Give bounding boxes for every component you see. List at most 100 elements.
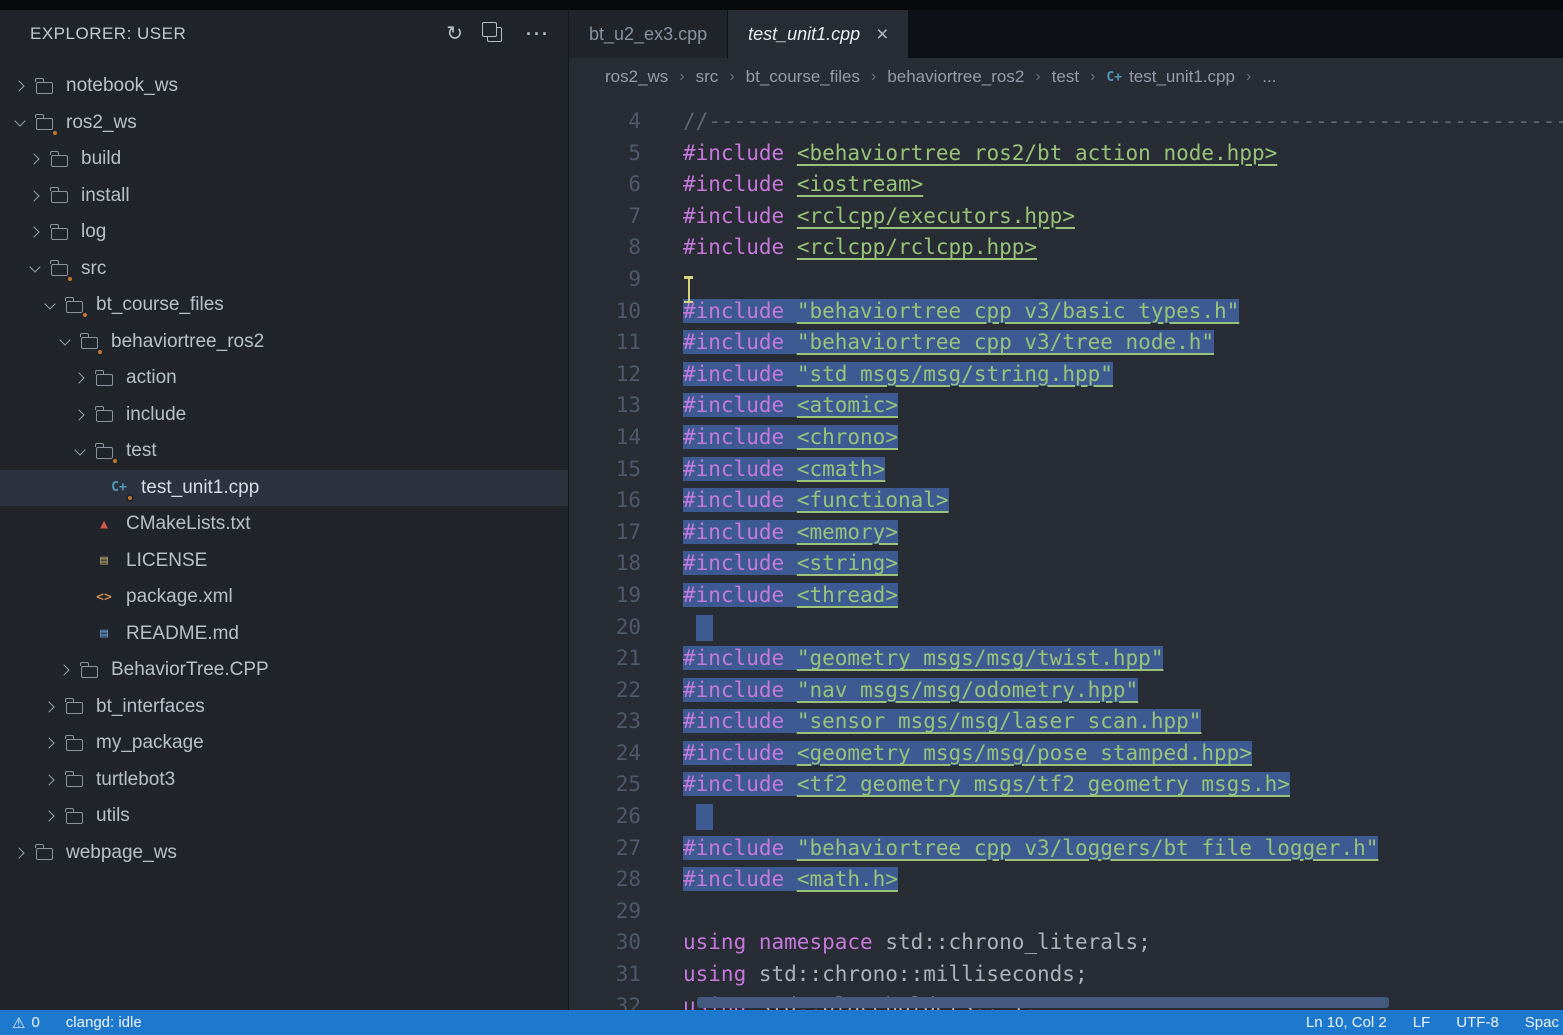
- code-line-23[interactable]: 23#include "sensor_msgs/msg/laser_scan.h…: [569, 706, 1563, 738]
- file-icon-glyph: C+: [111, 481, 127, 494]
- tree-file-CMakeLists.txt[interactable]: ▲CMakeLists.txt: [0, 506, 568, 543]
- tab-bt_u2_ex3-cpp[interactable]: bt_u2_ex3.cpp: [569, 10, 728, 58]
- status-label: UTF-8: [1456, 1014, 1499, 1031]
- tree-folder-my_package[interactable]: my_package: [0, 725, 568, 762]
- breadcrumb-item-test-unit1-cpp[interactable]: C+test_unit1.cpp: [1106, 67, 1235, 87]
- status-item-clangd-idle[interactable]: clangd: idle: [66, 1014, 142, 1031]
- code-line-11[interactable]: 11#include "behaviortree_cpp_v3/tree_nod…: [569, 327, 1563, 359]
- tree-folder-ros2_ws[interactable]: ros2_ws: [0, 105, 568, 142]
- chevron-right-icon[interactable]: [68, 366, 92, 390]
- status-item-Spac[interactable]: Spac: [1525, 1014, 1559, 1031]
- code-line-8[interactable]: 8#include <rclcpp/rclcpp.hpp>: [569, 232, 1563, 264]
- chevron-right-icon[interactable]: [38, 731, 62, 755]
- tree-folder-src[interactable]: src: [0, 251, 568, 288]
- breadcrumb-item-behaviortree-ros2[interactable]: behaviortree_ros2: [887, 67, 1024, 87]
- tree-folder-install[interactable]: install: [0, 178, 568, 215]
- code-line-22[interactable]: 22#include "nav_msgs/msg/odometry.hpp": [569, 675, 1563, 707]
- code-line-7[interactable]: 7#include <rclcpp/executors.hpp>: [569, 201, 1563, 233]
- breadcrumb-item-ros2-ws[interactable]: ros2_ws: [605, 67, 668, 87]
- tree-folder-behaviortree_ros2[interactable]: behaviortree_ros2: [0, 324, 568, 361]
- code-line-12[interactable]: 12#include "std_msgs/msg/string.hpp": [569, 359, 1563, 391]
- tree-folder-action[interactable]: action: [0, 360, 568, 397]
- collapse-folders-icon[interactable]: [487, 27, 502, 42]
- status-item-LF[interactable]: LF: [1413, 1014, 1431, 1031]
- code-token: [784, 741, 797, 765]
- status-item-UTF-8[interactable]: UTF-8: [1456, 1014, 1499, 1031]
- code-token: [784, 362, 797, 386]
- tree-folder-webpage_ws[interactable]: webpage_ws: [0, 835, 568, 872]
- breadcrumb-item--[interactable]: ...: [1262, 67, 1276, 87]
- horizontal-scrollbar[interactable]: [697, 997, 1389, 1008]
- breadcrumb-item-test[interactable]: test: [1052, 67, 1079, 87]
- line-content: [641, 612, 713, 644]
- tree-file-LICENSE[interactable]: ▤LICENSE: [0, 543, 568, 580]
- chevron-right-icon[interactable]: [8, 841, 32, 865]
- chevron-down-icon[interactable]: [8, 111, 32, 135]
- tree-file-README.md[interactable]: ▤README.md: [0, 616, 568, 653]
- code-line-21[interactable]: 21#include "geometry_msgs/msg/twist.hpp": [569, 643, 1563, 675]
- code-line-27[interactable]: 27#include "behaviortree_cpp_v3/loggers/…: [569, 833, 1563, 865]
- tree-folder-turtlebot3[interactable]: turtlebot3: [0, 762, 568, 799]
- tree-folder-bt_interfaces[interactable]: bt_interfaces: [0, 689, 568, 726]
- code-line-25[interactable]: 25#include <tf2_geometry_msgs/tf2_geomet…: [569, 769, 1563, 801]
- code-line-4[interactable]: 4//-------------------------------------…: [569, 106, 1563, 138]
- tab-test_unit1-cpp[interactable]: test_unit1.cpp ×: [728, 10, 908, 58]
- chevron-right-icon[interactable]: [38, 804, 62, 828]
- more-actions-icon[interactable]: ···: [526, 25, 550, 43]
- tree-folder-bt_course_files[interactable]: bt_course_files: [0, 287, 568, 324]
- breadcrumb-item-src[interactable]: src: [696, 67, 719, 87]
- code-line-20[interactable]: 20: [569, 612, 1563, 644]
- code-token: #include: [683, 646, 784, 670]
- code-line-9[interactable]: 9: [569, 264, 1563, 296]
- selection-highlight: #include <math.h>: [683, 867, 898, 891]
- code-line-28[interactable]: 28#include <math.h>: [569, 864, 1563, 896]
- tree-folder-BehaviorTree.CPP[interactable]: BehaviorTree.CPP: [0, 652, 568, 689]
- code-line-5[interactable]: 5#include <behaviortree_ros2/bt_action_n…: [569, 138, 1563, 170]
- code-line-16[interactable]: 16#include <functional>: [569, 485, 1563, 517]
- tree-folder-include[interactable]: include: [0, 397, 568, 434]
- code-token: #include: [683, 362, 784, 386]
- status-item-0[interactable]: ⚠0: [12, 1014, 40, 1032]
- code-line-14[interactable]: 14#include <chrono>: [569, 422, 1563, 454]
- chevron-right-icon[interactable]: [23, 184, 47, 208]
- code-line-29[interactable]: 29: [569, 896, 1563, 928]
- tree-folder-utils[interactable]: utils: [0, 798, 568, 835]
- code-line-17[interactable]: 17#include <memory>: [569, 517, 1563, 549]
- code-line-19[interactable]: 19#include <thread>: [569, 580, 1563, 612]
- chevron-right-icon[interactable]: [68, 403, 92, 427]
- chevron-right-icon[interactable]: [23, 220, 47, 244]
- close-icon[interactable]: ×: [876, 24, 888, 45]
- breadcrumb-item-bt-course-files[interactable]: bt_course_files: [746, 67, 860, 87]
- tree-folder-test[interactable]: test: [0, 433, 568, 470]
- code-line-15[interactable]: 15#include <cmath>: [569, 454, 1563, 486]
- chevron-right-icon[interactable]: [38, 768, 62, 792]
- tree-folder-notebook_ws[interactable]: notebook_ws: [0, 68, 568, 105]
- status-item-Ln-10-Col-2[interactable]: Ln 10, Col 2: [1306, 1014, 1387, 1031]
- code-line-18[interactable]: 18#include <string>: [569, 548, 1563, 580]
- chevron-down-icon[interactable]: [68, 439, 92, 463]
- tree-folder-build[interactable]: build: [0, 141, 568, 178]
- chevron-down-icon[interactable]: [53, 330, 77, 354]
- chevron-right-icon[interactable]: [23, 147, 47, 171]
- code-line-6[interactable]: 6#include <iostream>: [569, 169, 1563, 201]
- chevron-right-icon[interactable]: [53, 658, 77, 682]
- code-line-13[interactable]: 13#include <atomic>: [569, 390, 1563, 422]
- indent-spacer: [68, 622, 92, 646]
- refresh-icon[interactable]: ↻: [446, 24, 463, 44]
- code-line-30[interactable]: 30using namespace std::chrono_literals;: [569, 927, 1563, 959]
- chevron-down-icon[interactable]: [38, 293, 62, 317]
- tree-folder-log[interactable]: log: [0, 214, 568, 251]
- tree-item-label: build: [81, 148, 121, 170]
- chevron-down-icon[interactable]: [23, 257, 47, 281]
- tree-file-test_unit1.cpp[interactable]: C+test_unit1.cpp: [0, 470, 568, 507]
- line-number: 27: [569, 833, 641, 865]
- code-line-10[interactable]: 10#include "behaviortree_cpp_v3/basic_ty…: [569, 296, 1563, 328]
- code-area[interactable]: 4//-------------------------------------…: [569, 96, 1563, 1010]
- chevron-right-icon[interactable]: [8, 74, 32, 98]
- tree-file-package.xml[interactable]: <>package.xml: [0, 579, 568, 616]
- folder-shape: [66, 702, 83, 714]
- chevron-right-icon[interactable]: [38, 695, 62, 719]
- code-line-31[interactable]: 31using std::chrono::milliseconds;: [569, 959, 1563, 991]
- code-line-26[interactable]: 26: [569, 801, 1563, 833]
- code-line-24[interactable]: 24#include <geometry_msgs/msg/pose_stamp…: [569, 738, 1563, 770]
